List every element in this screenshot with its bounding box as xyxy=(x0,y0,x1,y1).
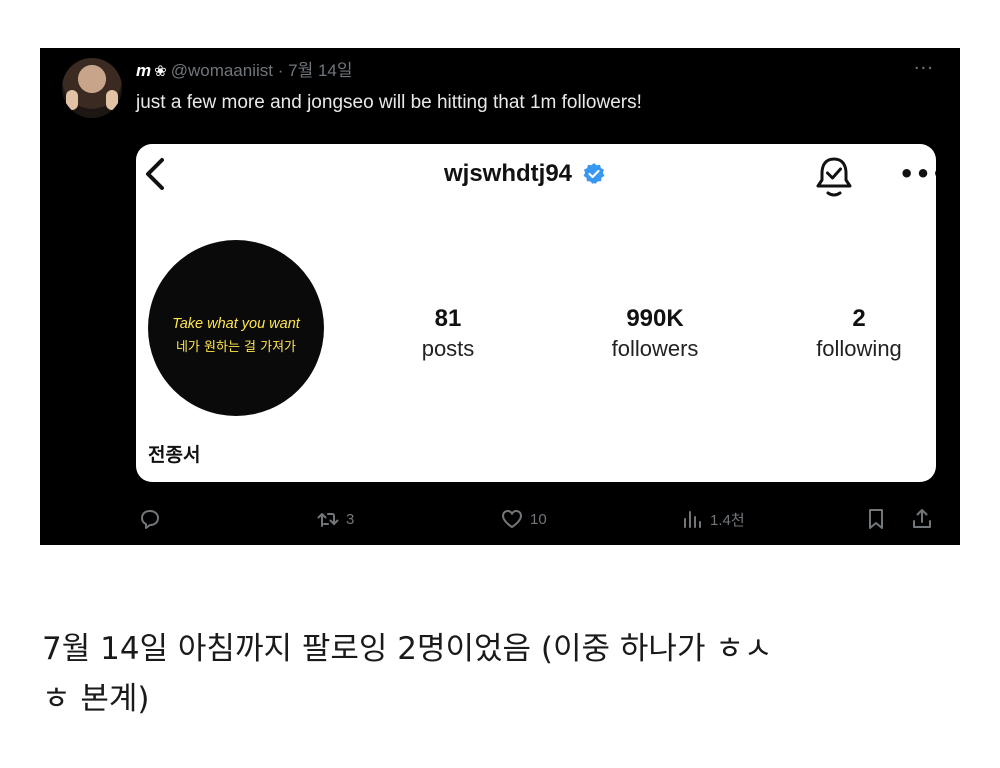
share-icon xyxy=(913,509,931,528)
author-name[interactable]: m xyxy=(136,61,151,80)
profile-more-icon: ••• xyxy=(899,160,936,188)
more-button[interactable]: ··· xyxy=(914,58,934,79)
retweet-button[interactable]: 3 xyxy=(316,507,354,531)
author-avatar[interactable] xyxy=(62,58,122,118)
share-button[interactable] xyxy=(910,507,934,531)
bookmark-icon xyxy=(869,509,883,529)
reply-icon xyxy=(141,510,159,529)
back-chevron-icon xyxy=(146,158,164,190)
separator: · xyxy=(277,61,284,80)
tweet-card[interactable]: m ❀ @womaaniist · 7월 14일 ··· just a few mo… xyxy=(40,48,960,545)
posts-count: 81 xyxy=(434,305,462,332)
following-label: following xyxy=(816,336,902,361)
like-count: 10 xyxy=(530,510,547,528)
caption-line-2: ㅎ 본계) xyxy=(42,681,150,717)
like-button[interactable]: 10 xyxy=(500,507,547,531)
tweet-actions: 3 10 1.4천 xyxy=(40,503,960,535)
post-caption: 7월 14일 아침까지 팔로잉 2명이었음 (이중 하나가 ㅎㅅ ㅎ 본계) xyxy=(42,624,942,724)
stat-followers: 990K followers xyxy=(570,304,740,364)
analytics-icon xyxy=(684,511,701,528)
profile-pic-text-en: Take what you want xyxy=(172,316,300,332)
followers-label: followers xyxy=(611,336,699,361)
heart-icon xyxy=(502,510,522,528)
caption-line-1: 7월 14일 아침까지 팔로잉 2명이었음 (이중 하나가 ㅎㅅ xyxy=(42,631,773,667)
verified-badge-icon xyxy=(583,163,605,184)
stat-following: 2 following xyxy=(784,304,934,364)
tweet-text: just a few more and jongseo will be hitt… xyxy=(136,92,642,113)
profile-username: wjswhdtj94 xyxy=(444,160,573,187)
bell-icon xyxy=(816,157,852,197)
reply-button[interactable] xyxy=(138,507,162,531)
stat-posts: 81 posts xyxy=(388,304,508,364)
profile-header: wjswhdtj94 xyxy=(444,156,606,192)
tweet-header: m ❀ @womaaniist · 7월 14일 xyxy=(136,58,353,85)
views-count: 1.4천 xyxy=(710,511,745,529)
following-count: 2 xyxy=(852,305,866,332)
retweet-icon xyxy=(317,513,339,527)
retweet-count: 3 xyxy=(346,510,355,528)
author-handle[interactable]: @womaaniist xyxy=(171,61,273,80)
bookmark-button[interactable] xyxy=(864,507,888,531)
profile-picture: Take what you want 네가 원하는 걸 가져가 xyxy=(148,240,324,416)
views-button[interactable]: 1.4천 xyxy=(680,507,745,531)
flower-icon: ❀ xyxy=(154,63,167,80)
profile-pic-text-ko: 네가 원하는 걸 가져가 xyxy=(175,340,297,355)
followers-count: 990K xyxy=(626,305,684,332)
tweet-date[interactable]: 7월 14일 xyxy=(288,61,352,80)
posts-label: posts xyxy=(421,336,475,361)
profile-display-name: 전종서 xyxy=(148,444,201,466)
embedded-screenshot[interactable]: wjswhdtj94 ••• Take what you want 네가 원하는… xyxy=(136,144,936,482)
